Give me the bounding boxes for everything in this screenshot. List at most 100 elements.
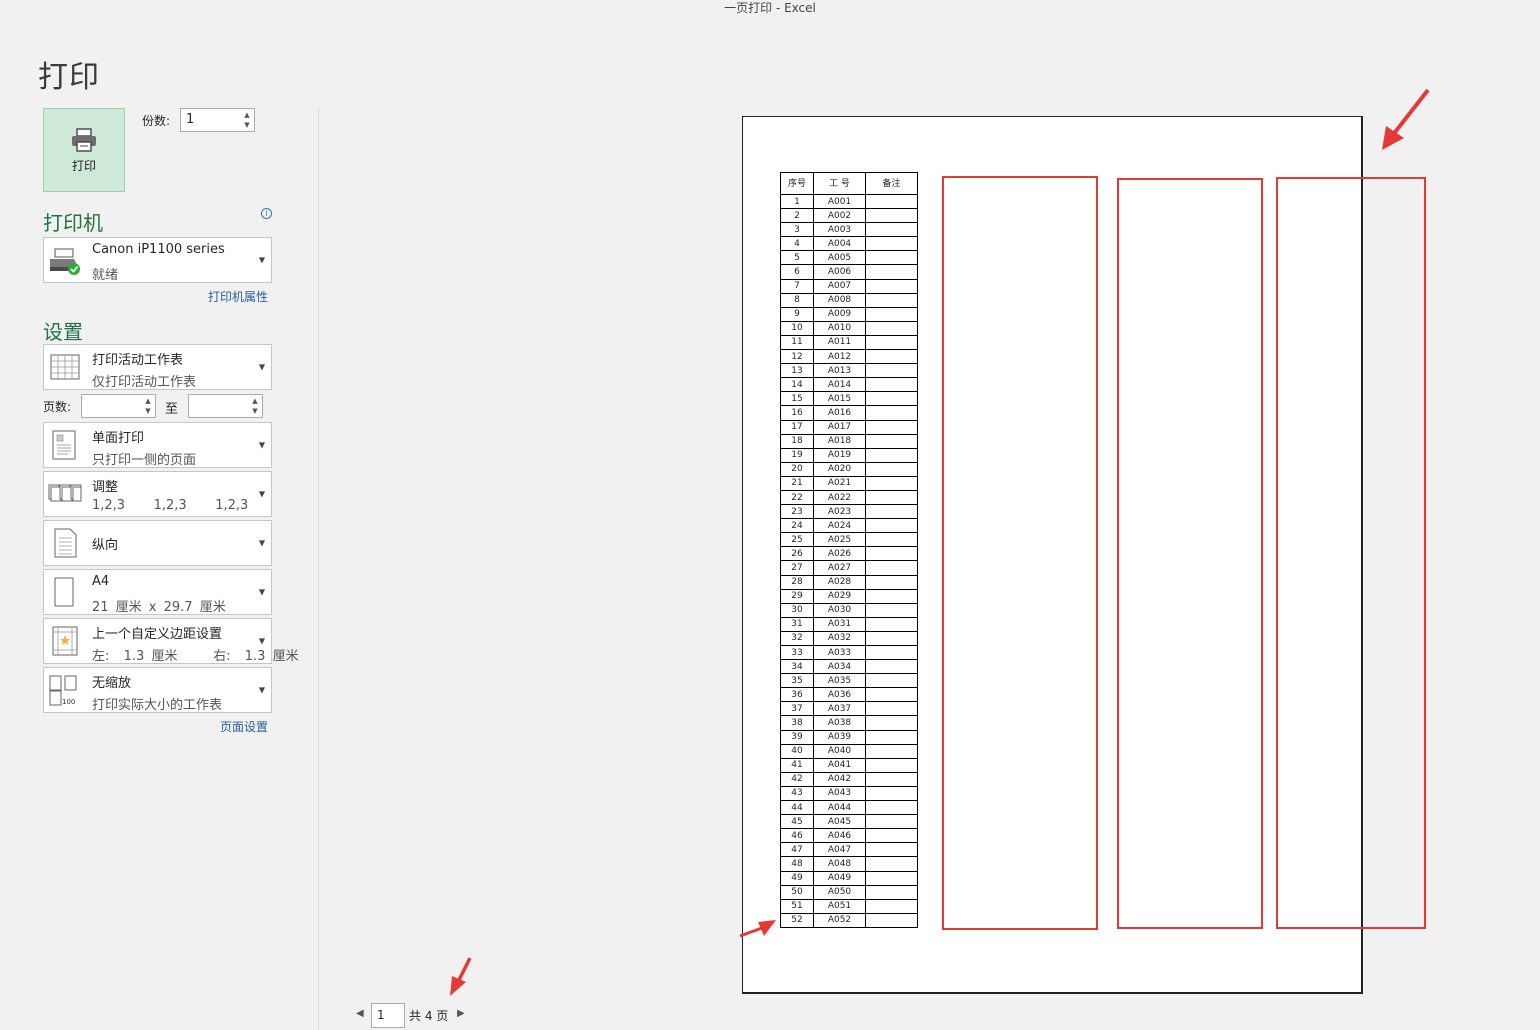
- prev-page-icon[interactable]: ◀: [356, 1008, 364, 1019]
- remark-cell: [865, 898, 918, 914]
- printer-name: Canon iP1100 series: [92, 242, 225, 257]
- printer-properties-link[interactable]: 打印机属性: [208, 288, 268, 305]
- table-row: 43 A043: [780, 785, 918, 802]
- employee-id-cell: A015: [813, 391, 866, 407]
- margins-title: 上一个自定义边距设置: [92, 627, 223, 642]
- chevron-down-icon: ▼: [258, 489, 265, 499]
- page-setup-link[interactable]: 页面设置: [220, 718, 268, 735]
- remark-cell: [865, 785, 918, 802]
- table-row: 39 A039: [780, 729, 918, 745]
- employee-id-cell: A016: [813, 405, 866, 421]
- remark-cell: [865, 814, 918, 830]
- row-number-cell: 27: [780, 560, 814, 576]
- table-row: 42 A042: [780, 771, 918, 787]
- annotation-arrow-icon: [1382, 88, 1430, 150]
- employee-id-cell: A021: [813, 475, 866, 491]
- remark-cell: [865, 560, 918, 576]
- copies-label: 份数:: [142, 114, 171, 128]
- employee-id-cell: A023: [813, 504, 866, 520]
- table-row: 52 A052: [780, 912, 918, 928]
- table-row: 22 A022: [780, 489, 918, 506]
- orientation-select[interactable]: 纵向 ▼: [43, 520, 272, 566]
- table-row: 17 A017: [780, 419, 918, 435]
- employee-id-cell: A022: [813, 489, 866, 506]
- pages-label: 页数:: [43, 400, 72, 414]
- table-row: 38 A038: [780, 715, 918, 731]
- table-row: 34 A034: [780, 659, 918, 675]
- row-number-cell: 35: [780, 673, 814, 689]
- worksheet-grid-icon: [50, 354, 80, 380]
- table-row: 24 A024: [780, 518, 918, 534]
- stepper-arrows-icon[interactable]: ▲ ▼: [242, 110, 252, 130]
- employee-id-cell: A013: [813, 363, 866, 379]
- remark-cell: [865, 518, 918, 534]
- paper-size-sub: 21 厘米 x 29.7 厘米: [92, 600, 226, 615]
- employee-id-cell: A007: [813, 278, 866, 294]
- table-row: 36 A036: [780, 687, 918, 703]
- scaling-select[interactable]: 100 无缩放 打印实际大小的工作表 ▼: [43, 667, 272, 713]
- remark-cell: [865, 532, 918, 548]
- employee-id-cell: A040: [813, 743, 866, 759]
- next-page-icon[interactable]: ▶: [457, 1008, 465, 1019]
- table-row: 50 A050: [780, 884, 918, 900]
- employee-id-cell: A020: [813, 461, 866, 477]
- stepper-arrows-icon[interactable]: ▲ ▼: [143, 396, 153, 416]
- collate-pages-icon: [48, 484, 82, 502]
- chevron-down-icon: ▼: [258, 255, 265, 265]
- table-row: 41 A041: [780, 757, 918, 773]
- printer-icon: [72, 127, 96, 152]
- employee-id-cell: A036: [813, 687, 866, 703]
- stepper-arrows-icon[interactable]: ▲ ▼: [250, 396, 260, 416]
- employee-id-cell: A033: [813, 644, 866, 661]
- chevron-down-icon: ▼: [258, 685, 265, 695]
- remark-cell: [865, 391, 918, 407]
- table-row: 32 A032: [780, 630, 918, 647]
- employee-id-cell: A027: [813, 560, 866, 576]
- printer-status: 就绪: [92, 268, 119, 283]
- remark-cell: [865, 771, 918, 787]
- row-number-cell: 48: [780, 856, 814, 872]
- collate-select[interactable]: 调整 1,2,3 1,2,3 1,2,3 ▼: [43, 471, 272, 517]
- margins-select[interactable]: 上一个自定义边距设置 左: 1.3 厘米 右: 1.3 厘米 ▼: [43, 618, 299, 664]
- current-page-input[interactable]: 1: [371, 1003, 405, 1028]
- paper-size-select[interactable]: A4 21 厘米 x 29.7 厘米 ▼: [43, 569, 272, 615]
- employee-id-cell: A011: [813, 334, 866, 351]
- row-number-cell: 43: [780, 785, 814, 802]
- table-row: 48 A048: [780, 856, 918, 872]
- annotation-arrow-icon: [450, 957, 472, 996]
- pages-from-input[interactable]: ▲ ▼: [81, 394, 156, 418]
- table-row: 1 A001: [780, 193, 918, 210]
- row-number-cell: 24: [780, 518, 814, 534]
- row-number-cell: 39: [780, 729, 814, 745]
- employee-id-cell: A045: [813, 814, 866, 830]
- chevron-down-icon: ▼: [258, 538, 265, 548]
- employee-id-cell: A002: [813, 208, 866, 224]
- employee-id-cell: A008: [813, 292, 866, 308]
- print-what-select[interactable]: 打印活动工作表 仅打印活动工作表 ▼: [43, 344, 272, 390]
- sides-select[interactable]: 单面打印 只打印一侧的页面 ▼: [43, 422, 272, 468]
- employee-id-cell: A050: [813, 884, 866, 900]
- pages-to-input[interactable]: ▲ ▼: [188, 394, 263, 418]
- employee-id-cell: A014: [813, 377, 866, 393]
- scaling-title: 无缩放: [92, 676, 132, 691]
- employee-id-cell: A010: [813, 320, 866, 336]
- info-icon[interactable]: i: [261, 208, 272, 219]
- collate-sub: 1,2,3 1,2,3 1,2,3: [92, 498, 249, 513]
- chevron-down-icon: ▼: [258, 636, 265, 646]
- current-page-value: 1: [377, 1008, 385, 1022]
- table-row: 10 A010: [780, 320, 918, 336]
- copies-stepper[interactable]: 1 ▲ ▼: [180, 108, 255, 132]
- printer-select[interactable]: Canon iP1100 series 就绪 ▼: [43, 237, 272, 283]
- print-button[interactable]: 打印: [43, 108, 125, 192]
- row-number-cell: 25: [780, 532, 814, 548]
- employee-id-cell: A032: [813, 630, 866, 647]
- remark-cell: [865, 405, 918, 421]
- employee-id-cell: A031: [813, 616, 866, 632]
- remark-cell: [865, 856, 918, 872]
- panel-divider: [318, 108, 319, 1030]
- employee-id-cell: A017: [813, 419, 866, 435]
- row-number-cell: 11: [780, 334, 814, 351]
- row-number-cell: 19: [780, 447, 814, 463]
- remark-cell: [865, 419, 918, 435]
- chevron-down-icon: ▼: [258, 587, 265, 597]
